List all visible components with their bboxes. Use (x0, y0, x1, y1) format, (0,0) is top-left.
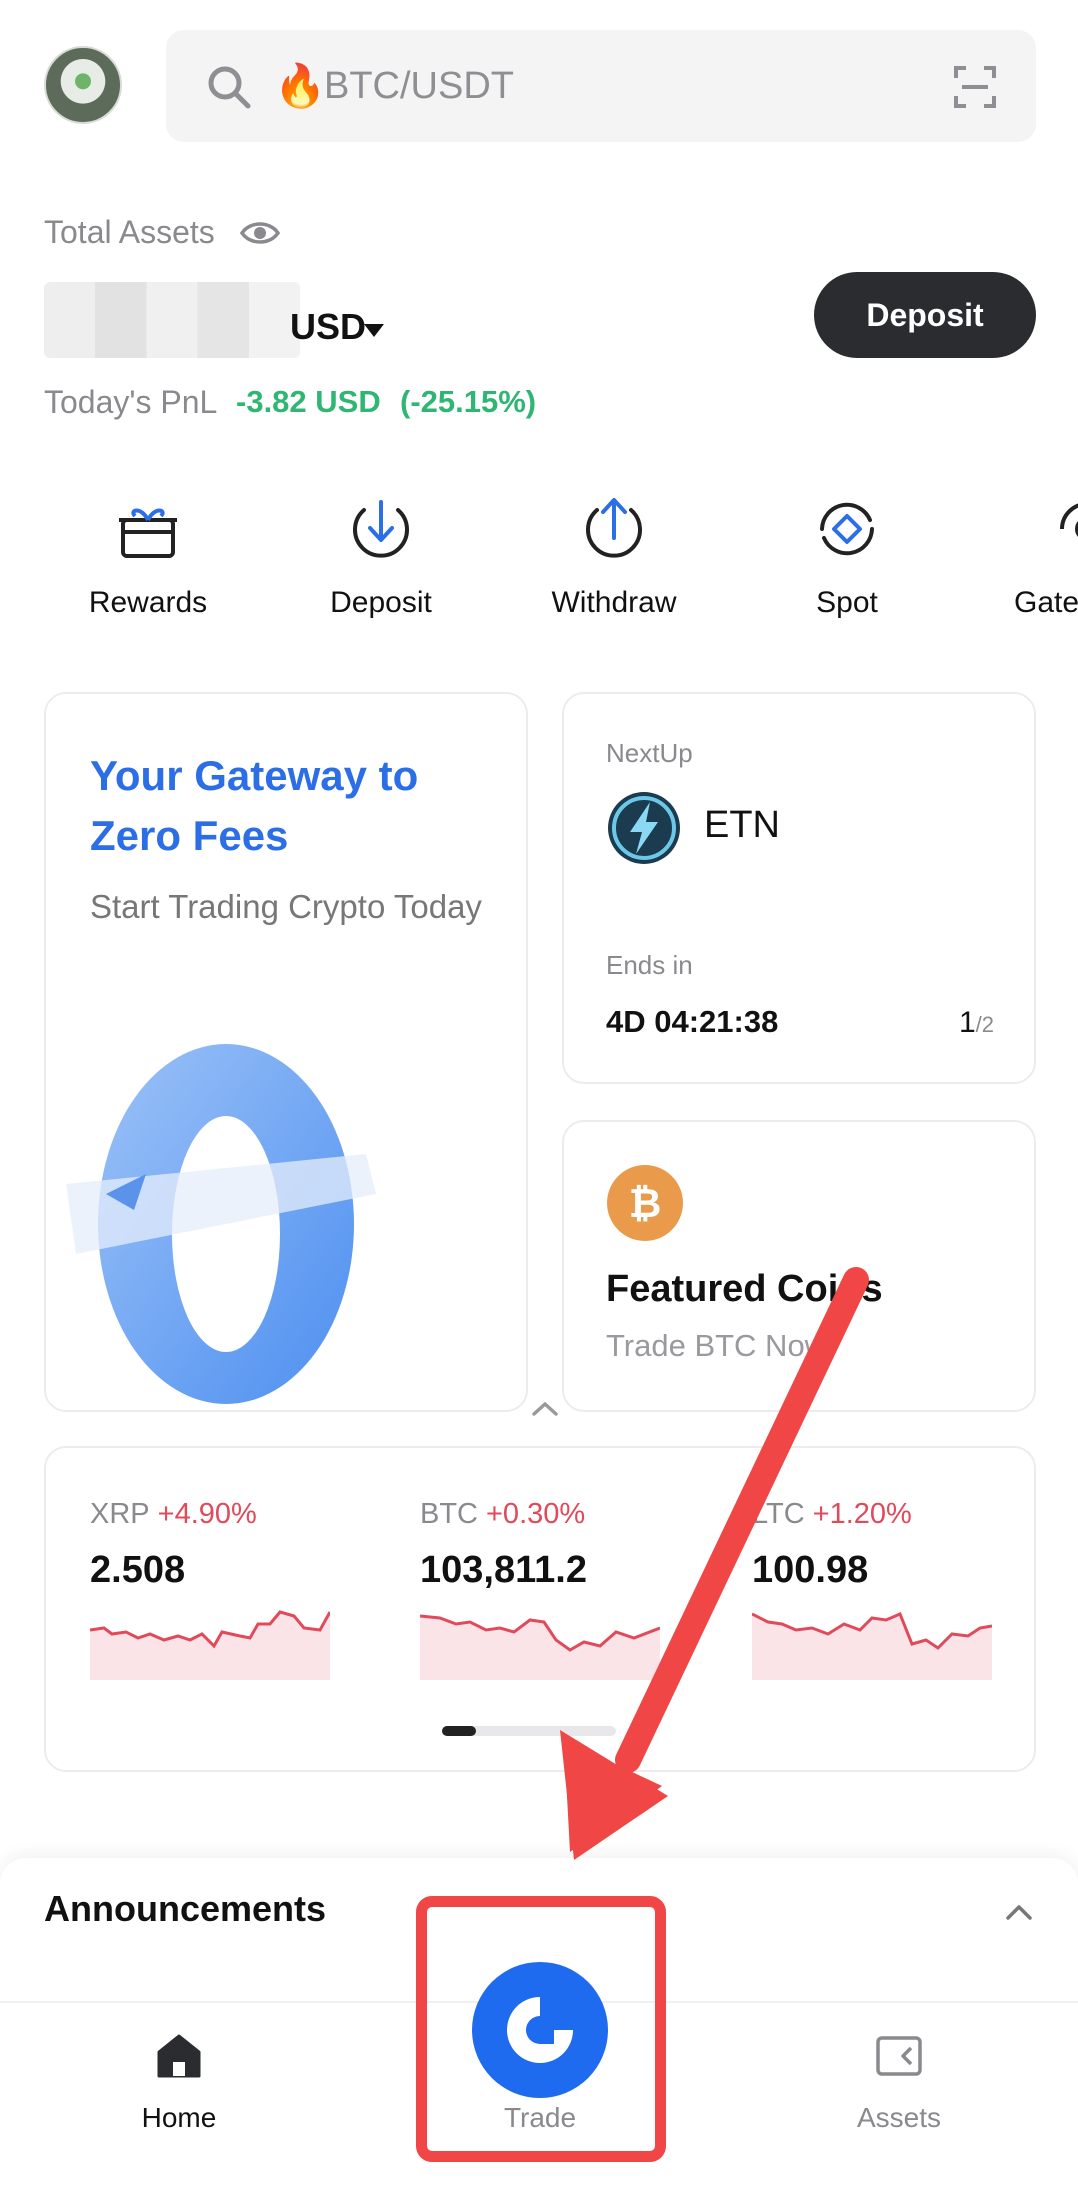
promo-subtitle: Start Trading Crypto Today (90, 888, 482, 925)
withdraw-arrow-icon (586, 498, 642, 558)
ticker-change: +1.20% (812, 1498, 912, 1530)
total-assets-label: Total Assets (44, 214, 215, 250)
ticker-symbol: BTC (420, 1498, 478, 1530)
ticker-item[interactable]: LTC +1.20% 100.98 (752, 1498, 1002, 1680)
market-tickers-card[interactable]: XRP +4.90% 2.508 BTC +0.30% 103,811.2 LTC +… (44, 1446, 1036, 1772)
caret-down-icon[interactable] (364, 324, 384, 337)
nav-label: Assets (856, 2102, 942, 2133)
ticker-price: 103,811.2 (420, 1549, 587, 1591)
ticker-item[interactable]: XRP +4.90% 2.508 (90, 1498, 340, 1680)
ticker-price: 2.508 (90, 1549, 186, 1591)
featured-coins-card[interactable]: ₿ Featured Coins Trade BTC Now (562, 1120, 1036, 1412)
avatar[interactable] (44, 46, 122, 124)
nav-assets[interactable]: Assets (799, 2030, 999, 2134)
pager-current: 1 (958, 1006, 976, 1039)
promo-card[interactable]: Your Gateway to Zero Fees Start Trading … (44, 692, 528, 1412)
countdown-timer: 4D 04:21:38 (606, 1004, 779, 1039)
ticker-symbol: LTC (752, 1498, 805, 1530)
nextup-label: NextUp (606, 738, 693, 768)
nextup-card[interactable]: NextUp ETN Ends in 4D 04:21:38 1/2 (562, 692, 1036, 1084)
search-icon (208, 66, 251, 109)
spot-icon (820, 502, 874, 556)
svg-text:₿: ₿ (629, 1181, 662, 1227)
featured-title: Featured Coins (606, 1268, 883, 1310)
pager-total: /2 (975, 1012, 994, 1037)
nav-home[interactable]: Home (79, 2030, 279, 2134)
home-icon (157, 2034, 201, 2078)
shortcut-label: Spot (816, 586, 878, 619)
etn-coin-icon (608, 792, 680, 864)
scan-icon[interactable] (952, 64, 998, 110)
shortcut-label: Withdraw (551, 586, 677, 619)
promo-title: Your Gateway to Zero Fees (90, 752, 419, 859)
chevron-up-icon[interactable] (530, 1400, 560, 1418)
shortcut-label: Deposit (330, 586, 432, 619)
chevron-up-icon[interactable] (1004, 1902, 1034, 1922)
shortcut-label: Gate (1014, 586, 1078, 619)
currency-selector[interactable]: USD (290, 306, 366, 348)
pnl-value: -3.82 USD (236, 384, 381, 419)
hidden-balance (44, 282, 300, 358)
announcements-title[interactable]: Announcements (44, 1888, 326, 1930)
featured-subtitle: Trade BTC Now (606, 1328, 828, 1363)
search-bar[interactable]: 🔥 BTC/USDT (166, 30, 1036, 142)
search-placeholder: BTC/USDT (324, 65, 514, 107)
ticker-change: +4.90% (157, 1498, 257, 1530)
deposit-button[interactable]: Deposit (814, 272, 1036, 358)
ticker-symbol: XRP (90, 1498, 150, 1530)
shortcut-spot[interactable]: Spot (747, 494, 947, 620)
shortcut-rewards[interactable]: Rewards (48, 494, 248, 620)
nav-label: Home (141, 2102, 217, 2133)
zero-fee-illustration (66, 1044, 376, 1404)
shortcut-withdraw[interactable]: Withdraw (514, 494, 714, 620)
fire-icon: 🔥 (274, 62, 327, 109)
ticker-price: 100.98 (752, 1549, 869, 1591)
card-pager: 1/2 (959, 1006, 994, 1040)
eye-icon[interactable] (240, 218, 280, 248)
ticker-scroll-thumb (442, 1726, 476, 1736)
sparkline (90, 1610, 330, 1680)
highlight-box (416, 1896, 666, 2162)
gift-icon (119, 508, 177, 558)
ticker-item[interactable]: BTC +0.30% 103,811.2 (420, 1498, 670, 1680)
shortcut-label: Rewards (88, 586, 208, 619)
sparkline (420, 1614, 660, 1680)
ticker-change: +0.30% (486, 1498, 586, 1530)
wallet-icon (876, 2036, 922, 2076)
gate-icon (1060, 503, 1078, 537)
sparkline (752, 1612, 992, 1680)
bitcoin-icon: ₿ (607, 1165, 683, 1241)
shortcut-deposit[interactable]: Deposit (281, 494, 481, 620)
pnl-label: Today's PnL (44, 384, 218, 420)
shortcut-gate[interactable]: Gate (980, 494, 1078, 620)
deposit-arrow-icon (353, 500, 409, 558)
ends-in-label: Ends in (606, 950, 693, 980)
pnl-percent: (-25.15%) (400, 384, 537, 419)
nextup-coin-name: ETN (704, 804, 780, 846)
